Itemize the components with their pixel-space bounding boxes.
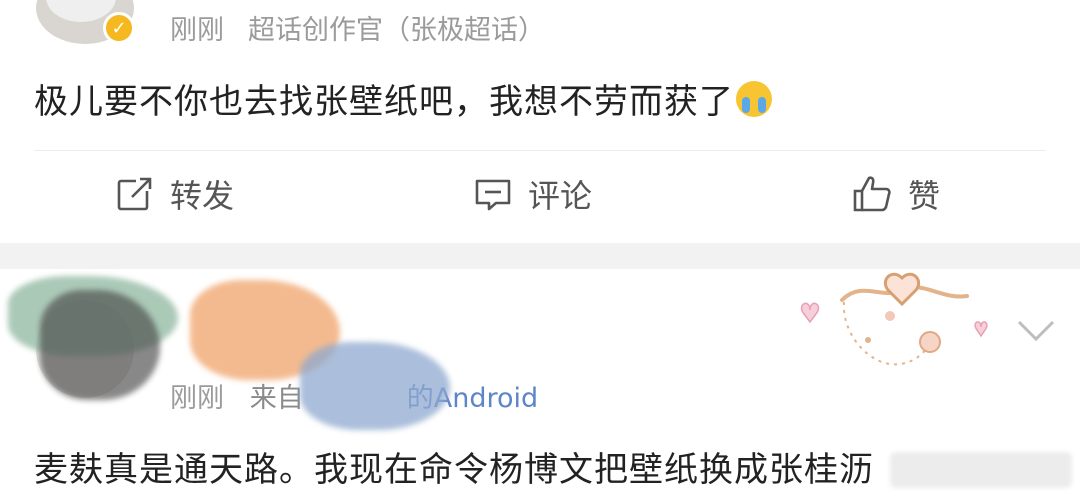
heart-ornament-decoration	[800, 272, 988, 366]
post-meta: 刚刚 超话创作官（张极超话）	[170, 8, 545, 47]
comment-icon	[475, 179, 511, 211]
post-text-content: 极儿要不你也去找张壁纸吧，我想不劳而获了	[34, 82, 734, 122]
scribble-overlay	[40, 290, 160, 400]
post-text: 极儿要不你也去找张壁纸吧，我想不劳而获了	[34, 74, 772, 123]
post-text: 麦麸真是通天路。我现在命令杨博文把壁纸换成张桂沥	[34, 450, 874, 490]
scribble-overlay	[300, 342, 450, 430]
crying-face-icon	[736, 81, 772, 117]
repost-label: 转发	[170, 177, 235, 215]
post-time: 刚刚	[170, 15, 224, 46]
chevron-down-icon[interactable]	[1016, 318, 1056, 344]
post-source-prefix: 来自	[249, 383, 304, 414]
repost-icon	[117, 175, 154, 211]
like-button[interactable]: 赞	[852, 172, 940, 216]
watermark-overlay	[890, 452, 1072, 488]
like-label: 赞	[908, 177, 941, 215]
comment-button[interactable]: 评论	[474, 172, 592, 216]
post-source: 超话创作官（张极超话）	[248, 15, 545, 46]
post-time: 刚刚	[170, 383, 224, 414]
verified-badge-icon: ✓	[103, 12, 135, 44]
repost-button[interactable]: 转发	[116, 172, 234, 216]
action-bar: 转发 评论 赞	[0, 150, 1080, 242]
thumbs-up-icon	[853, 176, 891, 212]
section-gap	[0, 243, 1080, 269]
comment-label: 评论	[528, 177, 593, 215]
